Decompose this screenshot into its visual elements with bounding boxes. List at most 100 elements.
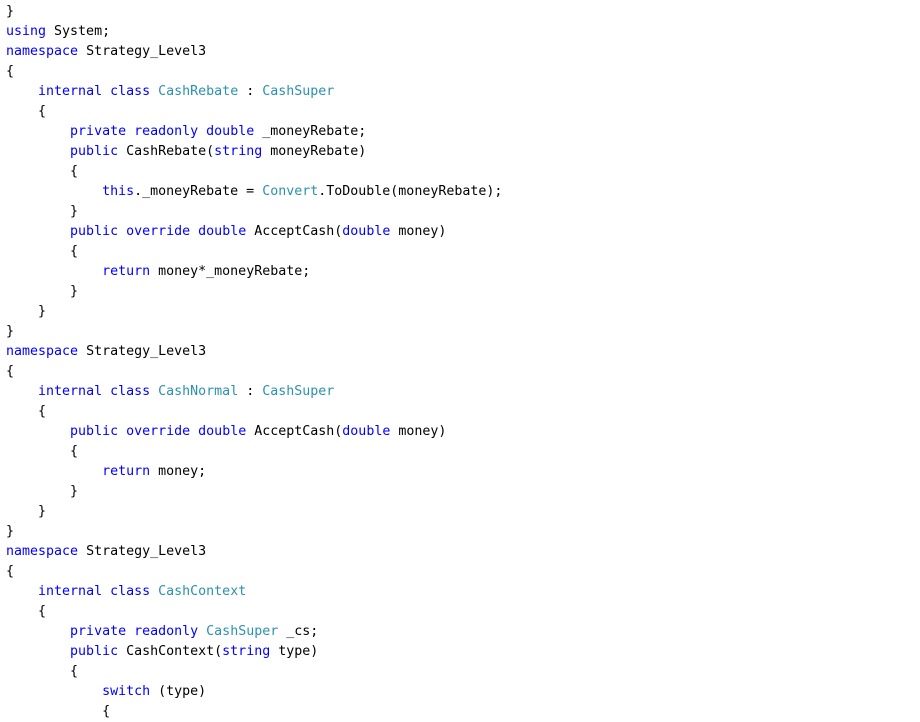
code-text: { bbox=[6, 404, 47, 419]
code-keyword: this bbox=[102, 184, 135, 199]
code-keyword: readonly bbox=[134, 124, 199, 139]
code-line[interactable]: { bbox=[6, 702, 916, 720]
code-editor[interactable]: } using System; namespace Strategy_Level3{… bbox=[6, 2, 916, 720]
code-text: Strategy_Level3 bbox=[78, 44, 207, 59]
code-line[interactable]: private readonly CashSuper _cs; bbox=[6, 622, 916, 642]
code-text: money) bbox=[390, 424, 447, 439]
code-line[interactable]: { bbox=[6, 162, 916, 182]
code-line[interactable]: { bbox=[6, 662, 916, 682]
code-text: } bbox=[6, 204, 79, 219]
code-line[interactable]: } bbox=[6, 202, 916, 222]
code-text: } bbox=[6, 4, 15, 19]
code-line[interactable]: namespace Strategy_Level3 bbox=[6, 42, 916, 62]
code-keyword: switch bbox=[102, 684, 151, 699]
code-keyword: double bbox=[342, 424, 391, 439]
code-keyword: internal bbox=[38, 584, 103, 599]
code-line[interactable]: return money*_moneyRebate; bbox=[6, 262, 916, 282]
code-line[interactable]: { bbox=[6, 602, 916, 622]
code-type-name: CashSuper bbox=[206, 624, 279, 639]
code-type-name: Convert bbox=[262, 184, 319, 199]
code-line[interactable]: { bbox=[6, 402, 916, 422]
code-text: { bbox=[6, 664, 79, 679]
code-line[interactable]: using System; bbox=[6, 22, 916, 42]
code-keyword: private bbox=[70, 624, 127, 639]
code-line[interactable]: namespace Strategy_Level3 bbox=[6, 342, 916, 362]
code-keyword: class bbox=[110, 584, 151, 599]
code-keyword: string bbox=[214, 144, 263, 159]
code-line[interactable]: { bbox=[6, 62, 916, 82]
code-keyword: namespace bbox=[6, 344, 79, 359]
code-line[interactable]: internal class CashRebate : CashSuper bbox=[6, 82, 916, 102]
code-type-name: CashRebate bbox=[158, 84, 239, 99]
code-line[interactable]: switch (type) bbox=[6, 682, 916, 702]
code-text: type) bbox=[270, 644, 319, 659]
code-keyword: class bbox=[110, 84, 151, 99]
code-line[interactable]: namespace Strategy_Level3 bbox=[6, 542, 916, 562]
code-line[interactable]: { bbox=[6, 102, 916, 122]
code-text: } bbox=[6, 324, 15, 339]
code-type-name: CashContext bbox=[158, 584, 247, 599]
code-line[interactable]: } bbox=[6, 482, 916, 502]
code-text: money) bbox=[390, 224, 447, 239]
code-line[interactable]: internal class CashNormal : CashSuper bbox=[6, 382, 916, 402]
code-line[interactable]: public CashRebate(string moneyRebate) bbox=[6, 142, 916, 162]
code-line[interactable]: public CashContext(string type) bbox=[6, 642, 916, 662]
code-keyword: double bbox=[342, 224, 391, 239]
code-line[interactable]: } bbox=[6, 522, 916, 542]
code-text: } bbox=[6, 504, 47, 519]
code-line[interactable]: { bbox=[6, 562, 916, 582]
code-text: _cs; bbox=[278, 624, 319, 639]
code-keyword: double bbox=[198, 224, 247, 239]
code-text: { bbox=[6, 244, 79, 259]
code-line[interactable]: } bbox=[6, 282, 916, 302]
code-text: { bbox=[6, 104, 47, 119]
code-text: { bbox=[6, 564, 15, 579]
code-keyword: public bbox=[70, 224, 119, 239]
code-line[interactable]: internal class CashContext bbox=[6, 582, 916, 602]
code-text: : bbox=[238, 84, 263, 99]
code-line[interactable]: this._moneyRebate = Convert.ToDouble(mon… bbox=[6, 182, 916, 202]
code-text: Strategy_Level3 bbox=[78, 544, 207, 559]
code-text: (type) bbox=[150, 684, 207, 699]
code-line[interactable]: public override double AcceptCash(double… bbox=[6, 422, 916, 442]
code-keyword: return bbox=[102, 264, 151, 279]
code-line[interactable]: } bbox=[6, 2, 916, 22]
code-keyword: internal bbox=[38, 84, 103, 99]
code-line[interactable]: return money; bbox=[6, 462, 916, 482]
code-text: Strategy_Level3 bbox=[78, 344, 207, 359]
code-text: moneyRebate) bbox=[262, 144, 367, 159]
code-text: } bbox=[6, 524, 15, 539]
code-line[interactable]: private readonly double _moneyRebate; bbox=[6, 122, 916, 142]
code-text: money*_moneyRebate; bbox=[150, 264, 311, 279]
code-line[interactable]: public override double AcceptCash(double… bbox=[6, 222, 916, 242]
code-text: } bbox=[6, 304, 47, 319]
code-line[interactable]: { bbox=[6, 362, 916, 382]
code-line[interactable]: } bbox=[6, 502, 916, 522]
code-line[interactable]: { bbox=[6, 442, 916, 462]
code-line[interactable]: { bbox=[6, 242, 916, 262]
code-line[interactable]: } bbox=[6, 322, 916, 342]
code-line[interactable]: } bbox=[6, 302, 916, 322]
code-keyword: double bbox=[206, 124, 255, 139]
